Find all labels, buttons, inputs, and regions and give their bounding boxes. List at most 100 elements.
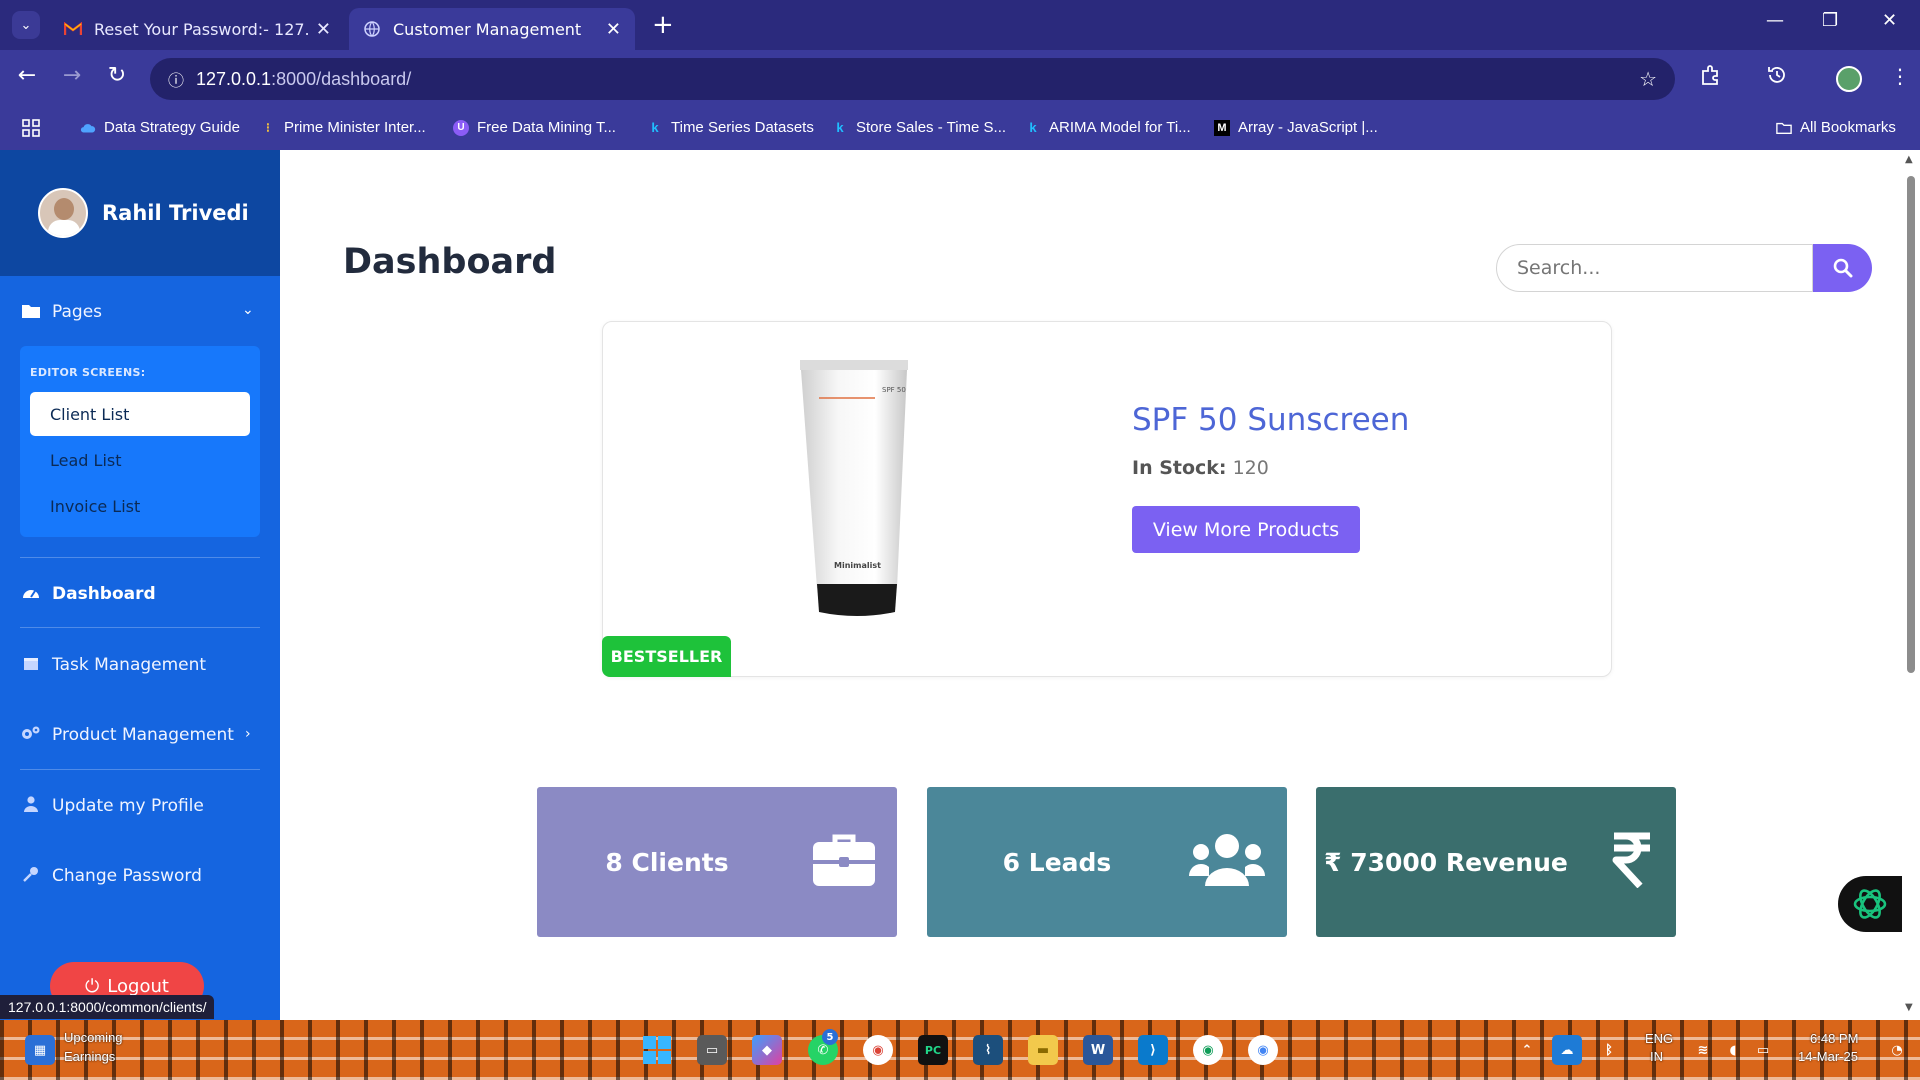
more-menu-icon[interactable]: ⋮ <box>1890 64 1910 88</box>
extensions-icon[interactable] <box>1700 64 1722 91</box>
chrome-icon[interactable]: ◉ <box>863 1035 893 1065</box>
battery-icon[interactable]: ▭ <box>1748 1035 1778 1065</box>
briefcase-icon <box>813 834 875 886</box>
reload-icon[interactable]: ↻ <box>101 63 133 88</box>
product-name[interactable]: SPF 50 Sunscreen <box>1132 402 1409 438</box>
tab-title: Reset Your Password:- 127.0.0.1 <box>94 19 308 39</box>
bookmark-star-icon[interactable]: ☆ <box>1639 67 1657 91</box>
sidebar-item-change-password[interactable]: Change Password <box>20 866 202 886</box>
task-view-icon[interactable]: ▭ <box>697 1035 727 1065</box>
bookmark-item[interactable]: k Store Sales - Time S... <box>832 119 1006 136</box>
tab-customer-management[interactable]: Customer Management ✕ <box>349 8 635 50</box>
stat-card-clients[interactable]: 8 Clients <box>537 787 897 937</box>
bluetooth-icon[interactable]: ᛒ <box>1594 1035 1624 1065</box>
chrome-profile-icon[interactable]: ◉ <box>1193 1035 1223 1065</box>
windows-start-icon[interactable] <box>642 1035 672 1065</box>
cloud-icon <box>80 120 96 136</box>
file-explorer-icon[interactable]: ▬ <box>1028 1035 1058 1065</box>
divider <box>20 557 260 558</box>
search-input[interactable] <box>1496 244 1813 292</box>
language-indicator[interactable]: ENG <box>1645 1031 1673 1046</box>
sidebar-header: Rahil Trivedi <box>0 150 280 276</box>
tab-search-button[interactable]: ⌄ <box>12 11 40 39</box>
scroll-down-icon[interactable]: ▼ <box>1905 1002 1913 1013</box>
scroll-thumb[interactable] <box>1907 176 1915 673</box>
sidebar-item-task-management[interactable]: Task Management <box>20 655 206 675</box>
scroll-up-icon[interactable]: ▲ <box>1905 154 1913 165</box>
site-info-icon[interactable]: ⓘ <box>156 67 196 91</box>
chevron-up-icon[interactable]: ⌃ <box>1512 1035 1542 1065</box>
sidebar-item-dashboard[interactable]: Dashboard <box>20 584 156 604</box>
all-bookmarks[interactable]: All Bookmarks <box>1776 119 1896 136</box>
history-icon[interactable] <box>1766 64 1788 91</box>
bookmark-item[interactable]: Data Strategy Guide <box>80 119 240 136</box>
profile-avatar[interactable] <box>1836 66 1862 92</box>
back-icon[interactable]: ← <box>11 63 43 88</box>
sidebar-item-client-list[interactable]: Client List <box>30 392 250 436</box>
rupee-icon <box>1612 832 1650 888</box>
minimize-icon[interactable]: — <box>1766 10 1784 31</box>
bookmark-item[interactable]: ⁝ Prime Minister Inter... <box>260 119 426 136</box>
apps-grid-icon[interactable] <box>22 119 40 137</box>
sidebar: Rahil Trivedi Pages ⌄ EDITOR SCREENS: Cl… <box>0 150 280 1020</box>
sidebar-item-pages[interactable]: Pages <box>20 302 102 322</box>
copilot-icon[interactable]: ◆ <box>752 1035 782 1065</box>
url-text: 127.0.0.1:8000/dashboard/ <box>196 68 412 89</box>
chatgpt-icon <box>1853 889 1887 919</box>
vscode-icon[interactable]: ⟩ <box>1138 1035 1168 1065</box>
stat-card-revenue[interactable]: ₹ 73000 Revenue <box>1316 787 1676 937</box>
clock-date[interactable]: 14-Mar-25 <box>1798 1049 1858 1064</box>
document-icon: ⁝ <box>265 119 271 135</box>
tube-spf-label: SPF 50 <box>882 386 906 394</box>
new-tab-button[interactable]: + <box>652 10 674 40</box>
power-icon: ⏻ <box>85 975 100 997</box>
weather-widget-icon[interactable]: ▦ <box>25 1035 55 1065</box>
kaggle-icon: k <box>836 120 844 135</box>
taskbar <box>0 1020 1920 1080</box>
word-icon[interactable]: W <box>1083 1035 1113 1065</box>
chevron-right-icon[interactable]: › <box>245 726 251 742</box>
chatgpt-floating-button[interactable] <box>1838 876 1902 932</box>
main-content: Dashboard SPF 50 Minimalist SPF 50 Sunsc… <box>280 150 1902 1020</box>
stock-info: In Stock: 120 <box>1132 457 1269 479</box>
close-tab-icon[interactable]: ✕ <box>606 19 621 40</box>
bookmark-item[interactable]: k ARIMA Model for Ti... <box>1025 119 1190 136</box>
restore-icon[interactable]: ❐ <box>1822 10 1838 31</box>
close-tab-icon[interactable]: ✕ <box>316 19 331 40</box>
mysql-icon[interactable]: ⌇ <box>973 1035 1003 1065</box>
wifi-icon[interactable]: ≋ <box>1688 1035 1718 1065</box>
divider <box>20 769 260 770</box>
user-icon <box>20 796 42 816</box>
sidebar-item-lead-list[interactable]: Lead List <box>30 438 250 482</box>
clock-time[interactable]: 6:48 PM <box>1810 1031 1858 1046</box>
mdn-icon: M <box>1214 119 1230 136</box>
view-more-products-button[interactable]: View More Products <box>1132 506 1360 553</box>
stat-card-leads[interactable]: 6 Leads <box>927 787 1287 937</box>
pycharm-icon[interactable]: PC <box>918 1035 948 1065</box>
folder-icon <box>1776 120 1792 136</box>
stat-label: 6 Leads <box>1002 847 1112 877</box>
bookmark-item[interactable]: M Array - JavaScript |... <box>1214 119 1378 136</box>
page-scrollbar[interactable]: ▲ ▼ <box>1902 150 1920 1020</box>
address-bar[interactable]: ⓘ 127.0.0.1:8000/dashboard/ ☆ <box>150 58 1675 100</box>
stock-count: 120 <box>1232 457 1269 479</box>
link-status-bar: 127.0.0.1:8000/common/clients/ <box>0 995 215 1019</box>
sidebar-item-update-profile[interactable]: Update my Profile <box>20 796 204 816</box>
users-icon <box>1189 834 1265 886</box>
volume-icon[interactable]: ◖ <box>1718 1035 1748 1065</box>
onedrive-icon[interactable]: ☁ <box>1552 1035 1582 1065</box>
editor-screens-heading: EDITOR SCREENS: <box>30 366 146 379</box>
tab-reset-password[interactable]: Reset Your Password:- 127.0.0.1 ✕ <box>50 8 345 50</box>
search-button[interactable] <box>1813 244 1872 292</box>
close-window-icon[interactable]: ✕ <box>1882 10 1897 31</box>
chevron-down-icon[interactable]: ⌄ <box>242 302 254 318</box>
chrome-app-icon[interactable]: ◉ <box>1248 1035 1278 1065</box>
forward-icon[interactable]: → <box>56 63 88 88</box>
bookmark-item[interactable]: U Free Data Mining T... <box>453 119 616 136</box>
speedometer-icon <box>20 584 42 604</box>
bookmark-item[interactable]: k Time Series Datasets <box>647 119 813 136</box>
sidebar-item-product-management[interactable]: Product Management <box>20 725 234 745</box>
notifications-icon[interactable]: ◔ <box>1882 1035 1912 1065</box>
sidebar-item-invoice-list[interactable]: Invoice List <box>30 484 250 528</box>
avatar[interactable] <box>38 188 88 238</box>
